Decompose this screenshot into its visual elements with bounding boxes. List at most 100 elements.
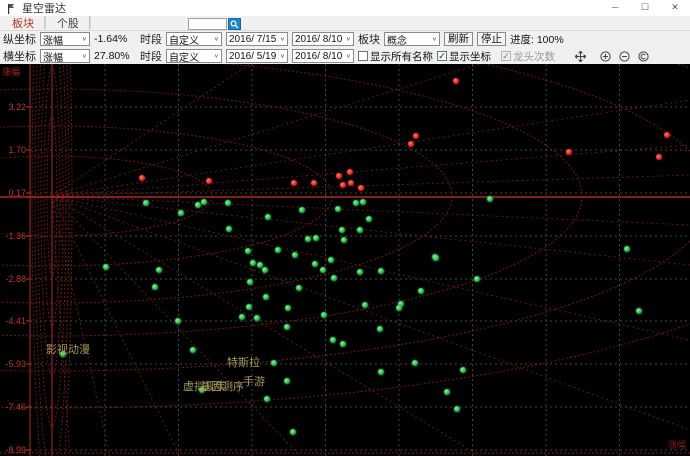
data-point-down[interactable]	[152, 284, 158, 290]
data-point-down[interactable]	[284, 378, 290, 384]
sector-select[interactable]: 概念 ∨	[384, 32, 440, 47]
data-point-down[interactable]	[156, 267, 162, 273]
data-point-down[interactable]	[357, 269, 363, 275]
data-point-up[interactable]	[336, 173, 342, 179]
tab-stock[interactable]: 个股	[49, 15, 87, 31]
data-point-down[interactable]	[247, 279, 253, 285]
data-point-up[interactable]	[566, 149, 572, 155]
data-point-down[interactable]	[239, 314, 245, 320]
data-point-down[interactable]	[339, 227, 345, 233]
data-point-down[interactable]	[340, 341, 346, 347]
data-point-down[interactable]	[353, 200, 359, 206]
data-point-up[interactable]	[453, 78, 459, 84]
reset-button[interactable]	[636, 49, 651, 63]
data-point-down[interactable]	[341, 237, 347, 243]
data-point-down[interactable]	[366, 216, 372, 222]
zoom-out-button[interactable]	[617, 49, 632, 63]
data-point-down[interactable]	[335, 206, 341, 212]
data-point-down[interactable]	[487, 196, 493, 202]
horizontal-axis-select[interactable]: 涨幅 ∨	[40, 49, 90, 64]
data-point-down[interactable]	[328, 257, 334, 263]
data-point-down[interactable]	[265, 214, 271, 220]
data-point-down[interactable]	[175, 318, 181, 324]
data-point-down[interactable]	[143, 200, 149, 206]
data-point-down[interactable]	[103, 264, 109, 270]
data-point-down[interactable]	[285, 305, 291, 311]
period-select-2[interactable]: 自定义 ∨	[166, 49, 222, 64]
data-point-down[interactable]	[454, 406, 460, 412]
zoom-in-button[interactable]	[598, 49, 613, 63]
data-point-down[interactable]	[275, 247, 281, 253]
date-from-select-2[interactable]: 2016/ 5/19 ∨	[226, 49, 288, 63]
close-button[interactable]: ✕	[660, 0, 690, 16]
data-point-down[interactable]	[201, 199, 207, 205]
data-point-down[interactable]	[246, 304, 252, 310]
data-point-up[interactable]	[656, 154, 662, 160]
data-point-down[interactable]	[292, 252, 298, 258]
data-point-down[interactable]	[296, 285, 302, 291]
pan-button[interactable]	[573, 49, 588, 63]
data-point-down[interactable]	[305, 236, 311, 242]
data-point-down[interactable]	[444, 389, 450, 395]
data-point-down[interactable]	[360, 199, 366, 205]
data-point-down[interactable]	[245, 248, 251, 254]
checkbox-show-coords[interactable]: 显示坐标	[437, 49, 491, 64]
data-point-down[interactable]	[636, 308, 642, 314]
data-point-down[interactable]	[330, 337, 336, 343]
data-point-down[interactable]	[195, 202, 201, 208]
data-point-up[interactable]	[348, 180, 354, 186]
refresh-button[interactable]: 刷新	[444, 32, 473, 46]
maximize-button[interactable]: ☐	[630, 0, 660, 16]
data-point-up[interactable]	[408, 141, 414, 147]
data-point-up[interactable]	[358, 185, 364, 191]
period-select[interactable]: 自定义 ∨	[166, 32, 222, 47]
vertical-axis-select[interactable]: 涨幅 ∨	[40, 32, 90, 47]
data-point-up[interactable]	[139, 175, 145, 181]
data-point-down[interactable]	[271, 360, 277, 366]
data-point-down[interactable]	[299, 207, 305, 213]
data-point-down[interactable]	[320, 267, 326, 273]
data-point-down[interactable]	[290, 429, 296, 435]
data-point-down[interactable]	[378, 369, 384, 375]
data-point-down[interactable]	[262, 267, 268, 273]
data-point-down[interactable]	[313, 235, 319, 241]
search-input[interactable]	[188, 18, 227, 30]
data-point-down[interactable]	[264, 396, 270, 402]
data-point-down[interactable]	[362, 302, 368, 308]
data-point-down[interactable]	[226, 226, 232, 232]
minimize-button[interactable]: ─	[600, 0, 630, 16]
data-point-down[interactable]	[474, 276, 480, 282]
data-point-up[interactable]	[340, 182, 346, 188]
date-from-select[interactable]: 2016/ 7/15 ∨	[226, 32, 288, 46]
data-point-down[interactable]	[624, 246, 630, 252]
date-to-select-2[interactable]: 2016/ 8/10 ∨	[292, 49, 354, 63]
data-point-down[interactable]	[331, 275, 337, 281]
search-button[interactable]	[228, 18, 241, 30]
data-point-down[interactable]	[321, 312, 327, 318]
data-point-down[interactable]	[254, 315, 260, 321]
data-point-down[interactable]	[190, 347, 196, 353]
data-point-down[interactable]	[284, 324, 290, 330]
data-point-down[interactable]	[312, 261, 318, 267]
data-point-down[interactable]	[396, 305, 402, 311]
data-point-up[interactable]	[347, 169, 353, 175]
data-point-down[interactable]	[412, 360, 418, 366]
data-point-down[interactable]	[357, 227, 363, 233]
date-to-select[interactable]: 2016/ 8/10 ∨	[292, 32, 354, 46]
tab-sector[interactable]: 板块	[4, 15, 42, 31]
data-point-up[interactable]	[291, 180, 297, 186]
data-point-up[interactable]	[206, 178, 212, 184]
data-point-up[interactable]	[311, 180, 317, 186]
data-point-up[interactable]	[664, 132, 670, 138]
data-point-down[interactable]	[250, 260, 256, 266]
data-point-down[interactable]	[418, 288, 424, 294]
data-point-down[interactable]	[178, 210, 184, 216]
data-point-down[interactable]	[263, 294, 269, 300]
data-point-down[interactable]	[377, 326, 383, 332]
data-point-down[interactable]	[225, 200, 231, 206]
checkbox-show-all-names[interactable]: 显示所有名称	[358, 49, 433, 64]
data-point-up[interactable]	[413, 133, 419, 139]
data-point-down[interactable]	[460, 367, 466, 373]
data-point-down[interactable]	[433, 255, 439, 261]
radar-scatter-plot[interactable]: 3.22 1.70 0.17 -1.36 -2.88 -4.41 -5.93 -7.46 -8.…	[0, 64, 690, 456]
